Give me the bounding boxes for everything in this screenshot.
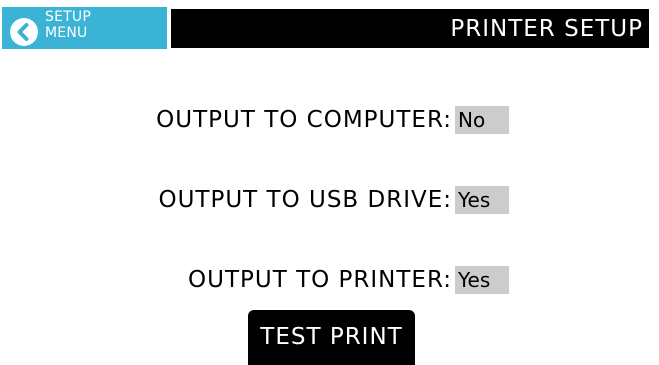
- setting-row-output-to-printer: OUTPUT TO PRINTER: Yes: [0, 265, 659, 295]
- chevron-left-icon: [10, 18, 38, 46]
- back-button-label-line1: SETUP: [45, 9, 91, 25]
- test-print-button[interactable]: TEST PRINT: [248, 310, 415, 365]
- back-button-setup-menu[interactable]: SETUP MENU: [2, 7, 167, 49]
- setting-value-output-to-usb-drive[interactable]: Yes: [455, 186, 509, 214]
- setting-row-output-to-computer: OUTPUT TO COMPUTER: No: [0, 105, 659, 135]
- setting-value-output-to-computer[interactable]: No: [455, 106, 509, 134]
- setting-label-output-to-printer: OUTPUT TO PRINTER:: [188, 267, 452, 293]
- setting-label-output-to-usb-drive: OUTPUT TO USB DRIVE:: [158, 187, 452, 213]
- setting-row-output-to-usb-drive: OUTPUT TO USB DRIVE: Yes: [0, 185, 659, 215]
- setting-value-output-to-printer[interactable]: Yes: [455, 266, 509, 294]
- title-bar: PRINTER SETUP: [171, 9, 649, 48]
- back-button-label-line2: MENU: [45, 25, 88, 41]
- back-button-label: SETUP MENU: [45, 9, 91, 41]
- setting-label-output-to-computer: OUTPUT TO COMPUTER:: [156, 107, 452, 133]
- page-title: PRINTER SETUP: [450, 16, 643, 42]
